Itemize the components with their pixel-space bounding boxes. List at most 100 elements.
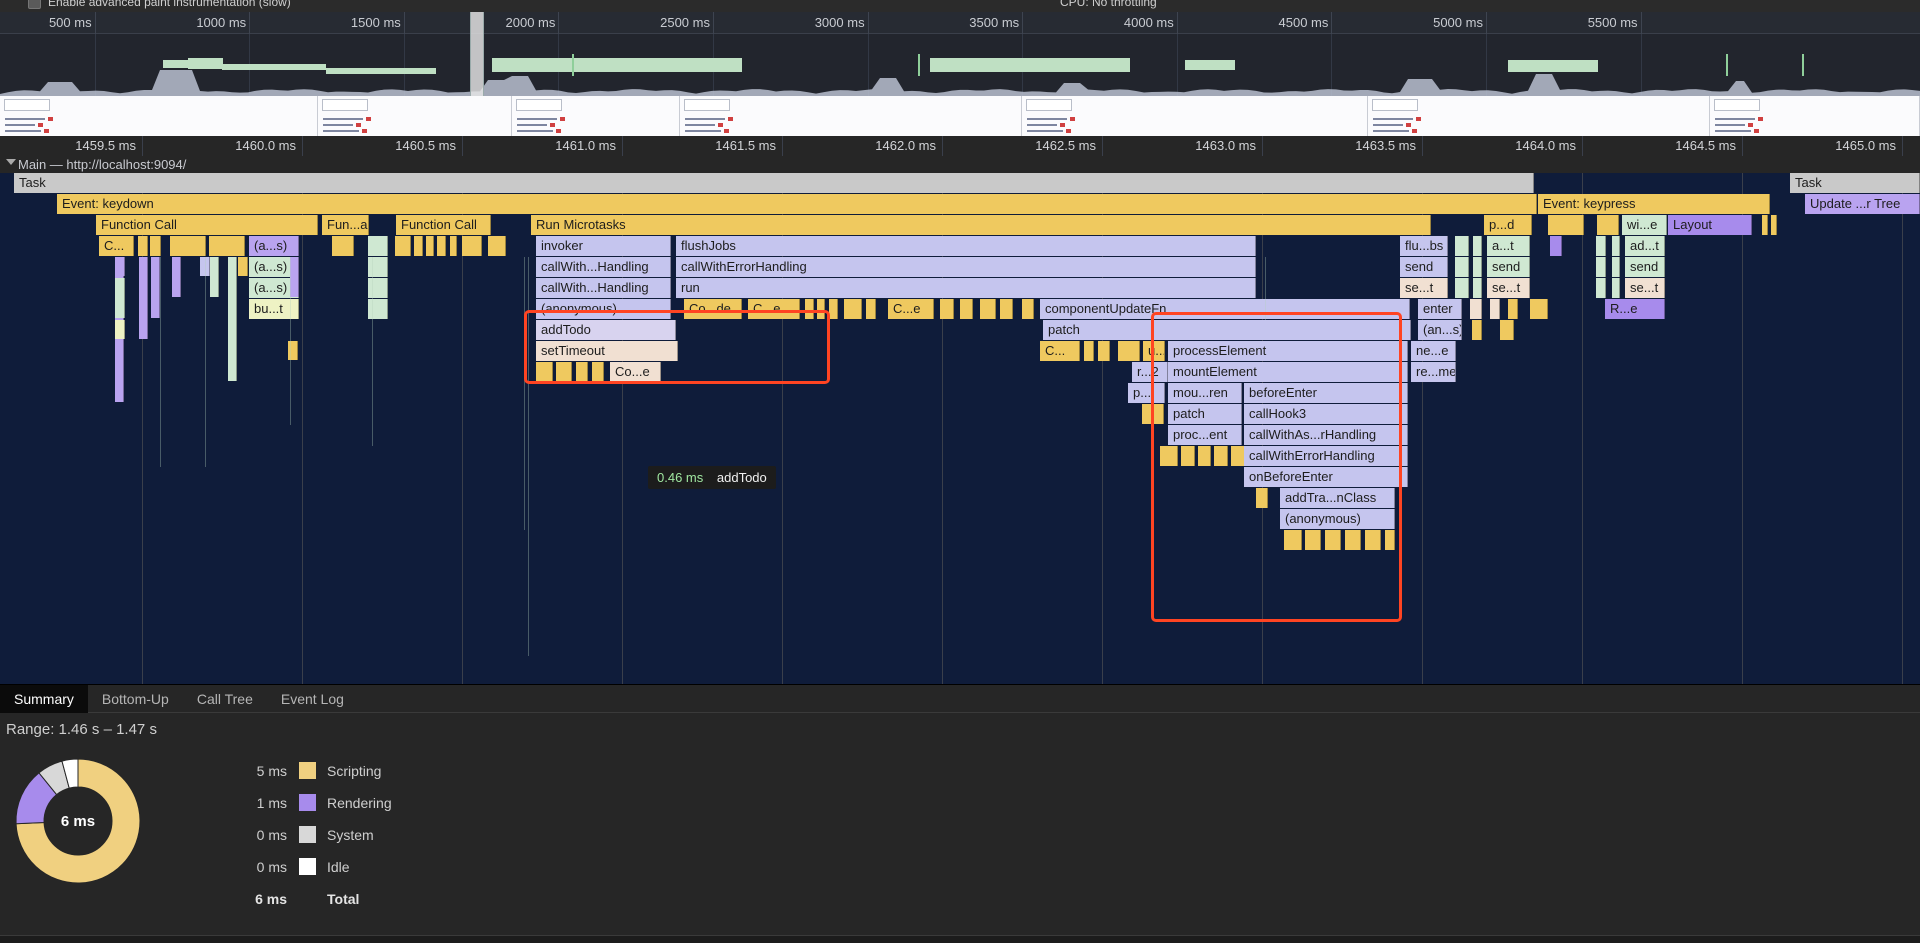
flame-bar[interactable] (960, 299, 973, 319)
flame-bar[interactable] (844, 299, 862, 319)
flame-bar-function-call[interactable]: Function Call (96, 215, 318, 235)
flame-bar-sliver[interactable] (172, 257, 181, 297)
filmstrip-frame[interactable] (1368, 96, 1710, 136)
flame-bar-componentupdatefn[interactable]: componentUpdateFn (1040, 299, 1410, 319)
flame-bar-sliver[interactable] (805, 299, 814, 319)
flame-bar-run-microtasks[interactable]: Run Microtasks (531, 215, 1431, 235)
chevron-down-icon[interactable] (6, 159, 16, 165)
tab-bottom-up[interactable]: Bottom-Up (88, 685, 183, 713)
flame-bar-settimeout[interactable]: setTimeout (536, 341, 678, 361)
flame-bar-sliver[interactable] (290, 257, 299, 297)
flame-bar-settimeout[interactable]: se...t (1400, 278, 1448, 298)
flame-bar[interactable] (1000, 299, 1013, 319)
flame-bar-anonymous[interactable]: (anonymous) (1280, 509, 1395, 529)
flame-bar[interactable] (1256, 488, 1268, 508)
filmstrip-frame[interactable] (680, 96, 1022, 136)
flame-bar-sliver[interactable] (1612, 236, 1620, 256)
flame-bar-co-e[interactable]: Co...e (610, 362, 661, 382)
flame-chart[interactable]: 1459.5 ms 1460.0 ms 1460.5 ms 1461.0 ms 1461… (0, 136, 1920, 684)
flame-bar[interactable] (576, 362, 588, 382)
flame-bar[interactable] (1022, 299, 1034, 319)
flame-bar-sliver[interactable] (414, 236, 423, 256)
flame-bar[interactable] (1612, 278, 1620, 298)
flame-bar-a-t[interactable]: a...t (1487, 236, 1530, 256)
flame-bar-flushjobs-short[interactable]: flu...bs (1400, 236, 1448, 256)
flame-bar-sliver[interactable] (426, 236, 434, 256)
flame-bar[interactable] (1214, 446, 1228, 466)
tab-call-tree[interactable]: Call Tree (183, 685, 267, 713)
flame-bar[interactable] (1118, 341, 1140, 361)
flame-bar-sliver[interactable] (115, 278, 125, 318)
flame-bar-sliver[interactable] (115, 257, 125, 276)
flame-bar-sliver[interactable] (332, 236, 354, 256)
flame-bar-enter[interactable]: enter (1418, 299, 1462, 319)
flame-bar-anonymous[interactable]: (anonymous) (536, 299, 671, 319)
flame-bar-callwitherrorhandling[interactable]: callWith...Handling (536, 278, 671, 298)
flame-bar-patch[interactable]: patch (1168, 404, 1242, 424)
flame-bar-c[interactable]: C... (1040, 341, 1080, 361)
flame-bar-bu-t[interactable]: bu...t (249, 299, 299, 319)
flame-bar-p[interactable]: p... (1128, 383, 1165, 403)
flame-bar[interactable] (1508, 299, 1518, 319)
flame-bar[interactable] (1612, 257, 1620, 277)
flame-bar-callwitherrorhandling[interactable]: callWithErrorHandling (676, 257, 1256, 277)
flame-bar-sliver[interactable] (170, 236, 206, 256)
flame-bar-sliver[interactable] (210, 257, 219, 297)
flame-bar-ad-t[interactable]: ad...t (1625, 236, 1665, 256)
flame-bar-ne-e[interactable]: ne...e (1411, 341, 1456, 361)
filmstrip[interactable] (0, 96, 1920, 136)
flame-bar-c-e[interactable]: C...e (888, 299, 934, 319)
flame-bar[interactable] (556, 362, 572, 382)
flame-bar[interactable] (1500, 320, 1514, 340)
flame-bar[interactable] (1455, 278, 1469, 298)
flame-bar[interactable] (1181, 446, 1195, 466)
flame-bar-function-call[interactable]: Function Call (396, 215, 491, 235)
overview-pane[interactable]: 500 ms 1000 ms 1500 ms 2000 ms 2500 ms 3000 m… (0, 12, 1920, 96)
flame-bar-callwithasyncerrorhandling[interactable]: callWithAs...rHandling (1244, 425, 1408, 445)
flame-bar-sliver[interactable] (437, 236, 446, 256)
flame-bar-mountelement[interactable]: mountElement (1168, 362, 1408, 382)
tab-event-log[interactable]: Event Log (267, 685, 358, 713)
flame-bar-sliver[interactable] (209, 236, 245, 256)
overview-window-handle[interactable] (470, 12, 484, 96)
flame-bar[interactable] (368, 278, 388, 298)
flame-bar-sliver[interactable] (150, 236, 161, 256)
flame-bar[interactable] (1472, 320, 1482, 340)
flame-bar-sliver[interactable] (368, 257, 388, 277)
flame-bar[interactable] (1142, 404, 1164, 424)
filmstrip-frame[interactable] (0, 96, 318, 136)
flame-bar[interactable] (536, 362, 553, 382)
flame-bar-send[interactable]: send (1625, 257, 1665, 277)
flame-bar-r-2[interactable]: r...2 (1132, 362, 1168, 382)
flame-bar[interactable] (1470, 299, 1482, 319)
flame-bar-sliver[interactable] (138, 236, 148, 256)
flame-bar-sliver[interactable] (450, 236, 457, 256)
flame-bar[interactable] (1305, 530, 1321, 550)
flame-bar[interactable] (1385, 530, 1395, 550)
flame-bar-sliver[interactable] (1098, 341, 1110, 361)
track-title-main[interactable]: Main — http://localhost:9094/ (0, 156, 1920, 173)
flame-bar[interactable] (1490, 299, 1500, 319)
filmstrip-frame[interactable] (1022, 96, 1368, 136)
filmstrip-frame[interactable] (512, 96, 680, 136)
flame-bar-run[interactable]: run (676, 278, 1256, 298)
flame-bar-c[interactable]: C... (99, 236, 134, 256)
flame-bar-processelement[interactable]: processElement (1168, 341, 1408, 361)
flame-bar-beforeenter[interactable]: beforeEnter (1244, 383, 1408, 403)
flame-bar-event-keydown[interactable]: Event: keydown (57, 194, 1537, 214)
flame-bar-sliver[interactable] (115, 320, 125, 339)
flame-bar-onbeforeenter[interactable]: onBeforeEnter (1244, 467, 1408, 487)
flame-bar-co-de[interactable]: Co...de (684, 299, 742, 319)
flame-bar-sliver[interactable] (488, 236, 506, 256)
flame-bar-anonymous[interactable]: (an...s) (1418, 320, 1462, 340)
flame-bar-sliver[interactable] (1597, 215, 1619, 235)
flame-bar-layout[interactable]: Layout (1668, 215, 1752, 235)
flame-bar[interactable] (1596, 257, 1606, 277)
flame-bar-proc-ent[interactable]: proc...ent (1168, 425, 1242, 445)
flame-bar-c-e[interactable]: C...e (748, 299, 800, 319)
flame-bar[interactable] (1365, 530, 1381, 550)
flame-bar-u-t[interactable]: u...t (1143, 341, 1165, 361)
flame-bar[interactable] (980, 299, 996, 319)
flame-bar[interactable] (1198, 446, 1211, 466)
flame-bar-addtodo[interactable]: addTodo (536, 320, 676, 340)
